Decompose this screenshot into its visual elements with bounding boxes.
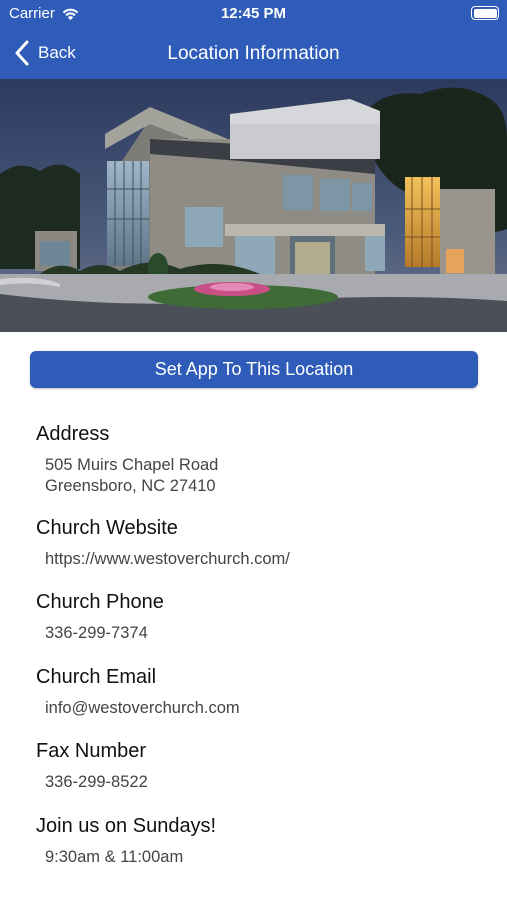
phone-section: Church Phone 336-299-7374 xyxy=(36,591,476,644)
email-link[interactable]: info@westoverchurch.com xyxy=(45,698,476,719)
top-bar: Carrier 12:45 PM Back Location Informati… xyxy=(0,0,507,79)
address-section: Address 505 Muirs Chapel Road Greensboro… xyxy=(36,423,476,497)
service-times-section: Join us on Sundays! 9:30am & 11:00am xyxy=(36,815,476,868)
website-label: Church Website xyxy=(36,517,178,539)
service-times-value: 9:30am & 11:00am xyxy=(45,848,184,866)
navigation-bar: Back Location Information xyxy=(0,28,507,79)
status-bar: Carrier 12:45 PM xyxy=(0,0,507,28)
address-label: Address xyxy=(36,423,110,445)
phone-label: Church Phone xyxy=(36,591,164,613)
service-times-label: Join us on Sundays! xyxy=(36,815,217,837)
battery-icon xyxy=(471,6,499,20)
email-label: Church Email xyxy=(36,666,157,688)
website-link[interactable]: https://www.westoverchurch.com/ xyxy=(45,549,476,570)
address-value[interactable]: 505 Muirs Chapel Road Greensboro, NC 274… xyxy=(45,455,476,497)
website-section: Church Website https://www.westoverchurc… xyxy=(36,517,476,570)
fax-value: 336-299-8522 xyxy=(45,773,148,791)
email-section: Church Email info@westoverchurch.com xyxy=(36,666,476,719)
church-photo xyxy=(0,79,507,332)
fax-section: Fax Number 336-299-8522 xyxy=(36,740,476,793)
set-location-button[interactable]: Set App To This Location xyxy=(30,351,478,388)
clock: 12:45 PM xyxy=(220,5,287,22)
address-line1: 505 Muirs Chapel Road xyxy=(45,456,219,474)
fax-label: Fax Number xyxy=(36,740,147,762)
address-line2: Greensboro, NC 27410 xyxy=(45,477,216,495)
phone-link[interactable]: 336-299-7374 xyxy=(45,623,476,644)
page-title: Location Information xyxy=(167,43,340,64)
